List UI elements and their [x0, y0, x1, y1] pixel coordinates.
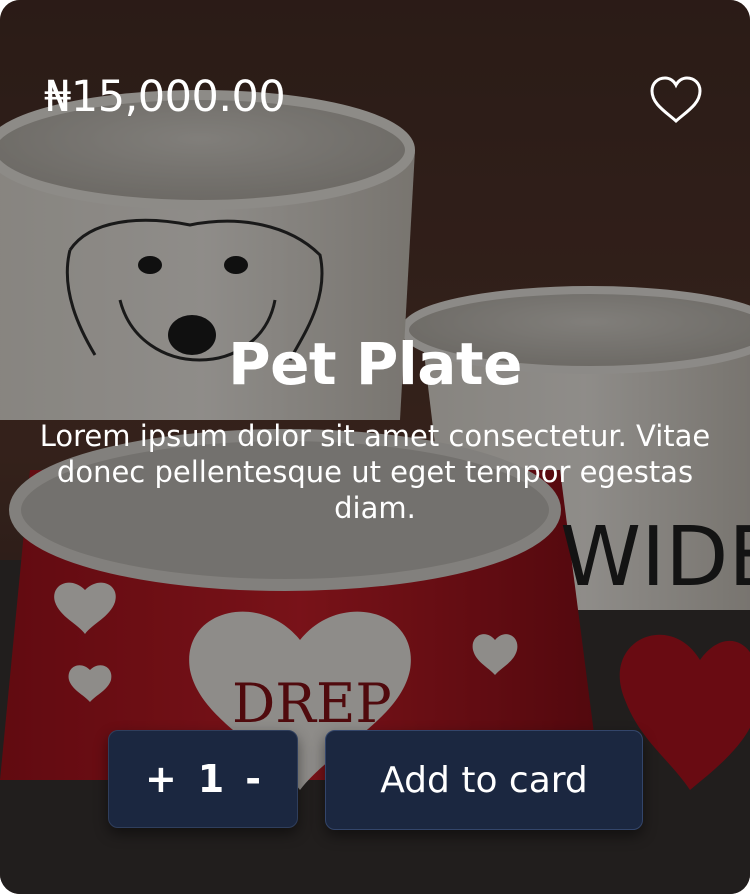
product-description: Lorem ipsum dolor sit amet consectetur. … — [39, 419, 711, 525]
product-price: ₦15,000.00 — [44, 72, 286, 122]
increment-button[interactable]: + — [145, 757, 177, 801]
decrement-button[interactable]: - — [245, 757, 261, 801]
add-to-cart-button[interactable]: Add to card — [325, 730, 643, 830]
quantity-stepper[interactable]: + 1 - — [108, 730, 298, 828]
favorite-button[interactable] — [645, 72, 707, 128]
quantity-value: 1 — [197, 757, 225, 801]
product-card[interactable]: DREP WIDE ₦15,000.00 Pet Plate Lorem ips… — [0, 0, 750, 894]
product-title: Pet Plate — [228, 330, 522, 398]
heart-outline-icon — [650, 76, 702, 124]
